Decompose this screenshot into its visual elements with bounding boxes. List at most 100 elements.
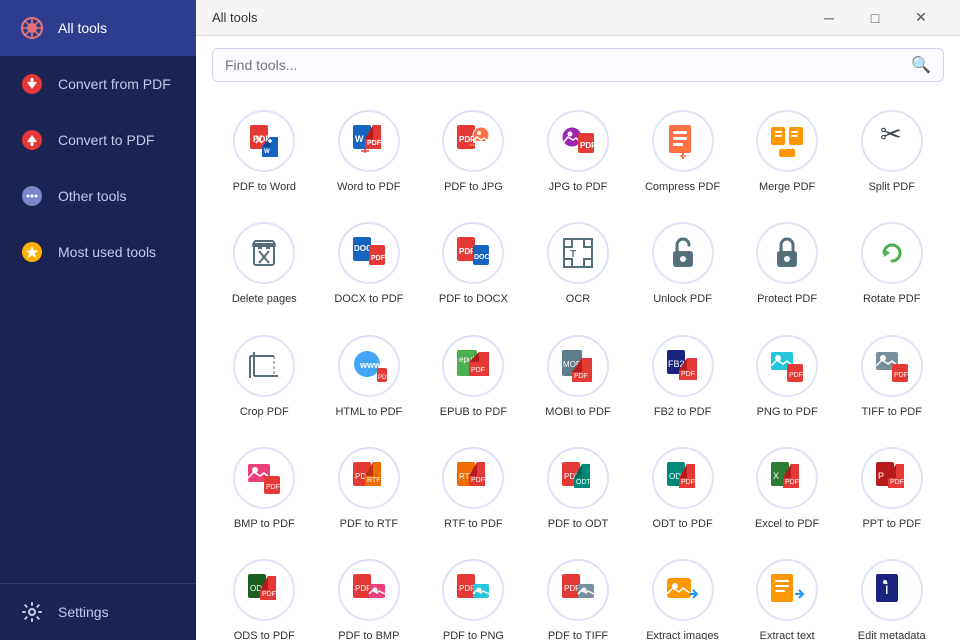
- tool-item-word-to-pdf[interactable]: WPDF Word to PDF: [317, 96, 422, 204]
- tool-label-excel-to-pdf: Excel to PDF: [755, 517, 819, 531]
- tool-item-extract-images[interactable]: Extract images: [630, 545, 735, 640]
- tool-item-excel-to-pdf[interactable]: XPDFExcel to PDF: [735, 433, 840, 541]
- svg-text:PDF: PDF: [459, 584, 475, 593]
- tool-item-docx-to-pdf[interactable]: DOCXPDF DOCX to PDF: [317, 208, 422, 316]
- search-input-wrapper: 🔍: [212, 48, 944, 82]
- svg-text:PDF: PDF: [681, 479, 695, 486]
- tool-item-tiff-to-pdf[interactable]: PDFTIFF to PDF: [839, 321, 944, 429]
- svg-text:PDF: PDF: [371, 255, 386, 262]
- svg-text:PDF: PDF: [355, 584, 371, 593]
- window-controls: ─ □ ✕: [806, 0, 944, 36]
- star-icon: [18, 238, 46, 266]
- tool-icon-crop-pdf: [233, 335, 295, 397]
- tool-label-odt-to-pdf: ODT to PDF: [652, 517, 712, 531]
- tool-item-merge-pdf[interactable]: Merge PDF: [735, 96, 840, 204]
- tool-item-extract-text[interactable]: Extract text: [735, 545, 840, 640]
- tool-item-rtf-to-pdf[interactable]: RTFPDFRTF to PDF: [421, 433, 526, 541]
- svg-text:T: T: [570, 249, 576, 260]
- svg-text:PDF: PDF: [459, 247, 475, 256]
- svg-text:PDF: PDF: [471, 367, 485, 374]
- sidebar-item-settings[interactable]: Settings: [0, 584, 196, 640]
- tool-label-epub-to-pdf: EPUB to PDF: [440, 405, 507, 419]
- tool-item-unlock-pdf[interactable]: Unlock PDF: [630, 208, 735, 316]
- maximize-button[interactable]: □: [852, 0, 898, 36]
- tool-item-pdf-to-bmp[interactable]: PDFPDF to BMP: [317, 545, 422, 640]
- sidebar-item-convert-from-pdf[interactable]: Convert from PDF: [0, 56, 196, 112]
- tool-label-protect-pdf: Protect PDF: [757, 292, 817, 306]
- tool-label-rotate-pdf: Rotate PDF: [863, 292, 920, 306]
- tool-item-pdf-to-word[interactable]: PDFWPDF to Word: [212, 96, 317, 204]
- minimize-button[interactable]: ─: [806, 0, 852, 36]
- tool-label-delete-pages: Delete pages: [232, 292, 297, 306]
- window-title: All tools: [212, 10, 806, 25]
- tool-item-crop-pdf[interactable]: Crop PDF: [212, 321, 317, 429]
- tool-label-ppt-to-pdf: PPT to PDF: [862, 517, 920, 531]
- tool-label-word-to-pdf: Word to PDF: [337, 180, 400, 194]
- tool-icon-pdf-to-bmp: PDF: [338, 559, 400, 621]
- tool-icon-compress-pdf: [652, 110, 714, 172]
- tool-item-odt-to-pdf[interactable]: ODTPDFODT to PDF: [630, 433, 735, 541]
- tool-icon-pdf-to-png: PDF: [442, 559, 504, 621]
- tool-icon-rtf-to-pdf: RTFPDF: [442, 447, 504, 509]
- tool-item-ocr[interactable]: TOCR: [526, 208, 631, 316]
- tool-label-unlock-pdf: Unlock PDF: [653, 292, 712, 306]
- tool-label-docx-to-pdf: DOCX to PDF: [334, 292, 403, 306]
- svg-text:PDF: PDF: [789, 372, 803, 379]
- tool-item-pdf-to-tiff[interactable]: PDF PDF to TIFF: [526, 545, 631, 640]
- tool-item-delete-pages[interactable]: Delete pages: [212, 208, 317, 316]
- tool-item-ods-to-pdf[interactable]: ODSPDFODS to PDF: [212, 545, 317, 640]
- tool-icon-epub-to-pdf: epubPDF: [442, 335, 504, 397]
- tool-item-pdf-to-jpg[interactable]: PDFPDF to JPG: [421, 96, 526, 204]
- svg-text:ODT: ODT: [576, 479, 592, 486]
- tool-icon-pdf-to-rtf: PDFRTF: [338, 447, 400, 509]
- tool-item-rotate-pdf[interactable]: Rotate PDF: [839, 208, 944, 316]
- tool-item-epub-to-pdf[interactable]: epubPDF EPUB to PDF: [421, 321, 526, 429]
- tool-label-compress-pdf: Compress PDF: [645, 180, 720, 194]
- tool-item-bmp-to-pdf[interactable]: PDFBMP to PDF: [212, 433, 317, 541]
- tool-item-protect-pdf[interactable]: Protect PDF: [735, 208, 840, 316]
- tool-icon-docx-to-pdf: DOCXPDF: [338, 222, 400, 284]
- sidebar-item-label: Settings: [58, 604, 109, 620]
- tool-icon-pdf-to-odt: PDFODT: [547, 447, 609, 509]
- tool-item-fb2-to-pdf[interactable]: FB2PDFFB2 to PDF: [630, 321, 735, 429]
- tool-item-pdf-to-odt[interactable]: PDFODTPDF to ODT: [526, 433, 631, 541]
- tool-item-edit-metadata[interactable]: iEdit metadata: [839, 545, 944, 640]
- tool-item-pdf-to-png[interactable]: PDFPDF to PNG: [421, 545, 526, 640]
- search-input[interactable]: [225, 57, 911, 73]
- tool-item-ppt-to-pdf[interactable]: PPDFPPT to PDF: [839, 433, 944, 541]
- tool-label-html-to-pdf: HTML to PDF: [335, 405, 402, 419]
- tool-label-fb2-to-pdf: FB2 to PDF: [654, 405, 711, 419]
- tool-label-crop-pdf: Crop PDF: [240, 405, 289, 419]
- tool-label-pdf-to-docx: PDF to DOCX: [439, 292, 508, 306]
- svg-text:PDF: PDF: [574, 373, 588, 380]
- sidebar-item-convert-to-pdf[interactable]: Convert to PDF: [0, 112, 196, 168]
- tool-item-split-pdf[interactable]: ✂Split PDF: [839, 96, 944, 204]
- tool-item-jpg-to-pdf[interactable]: PDFJPG to PDF: [526, 96, 631, 204]
- close-button[interactable]: ✕: [898, 0, 944, 36]
- arrow-up-icon: [18, 126, 46, 154]
- svg-text:PDF: PDF: [785, 479, 799, 486]
- tool-item-mobi-to-pdf[interactable]: MOBIPDFMOBI to PDF: [526, 321, 631, 429]
- tool-icon-merge-pdf: [756, 110, 818, 172]
- svg-text:PDF: PDF: [564, 584, 580, 593]
- tool-label-pdf-to-jpg: PDF to JPG: [444, 180, 503, 194]
- tool-item-compress-pdf[interactable]: Compress PDF: [630, 96, 735, 204]
- tool-label-extract-images: Extract images: [646, 629, 719, 640]
- tool-label-pdf-to-word: PDF to Word: [233, 180, 296, 194]
- tool-item-png-to-pdf[interactable]: PDFPNG to PDF: [735, 321, 840, 429]
- tool-icon-jpg-to-pdf: PDF: [547, 110, 609, 172]
- sidebar-item-label: Other tools: [58, 188, 126, 204]
- tool-icon-extract-text: [756, 559, 818, 621]
- sidebar-item-other-tools[interactable]: Other tools: [0, 168, 196, 224]
- sidebar-item-all-tools[interactable]: All tools: [0, 0, 196, 56]
- tool-icon-word-to-pdf: WPDF: [338, 110, 400, 172]
- tool-item-pdf-to-rtf[interactable]: PDFRTFPDF to RTF: [317, 433, 422, 541]
- tool-label-merge-pdf: Merge PDF: [759, 180, 815, 194]
- svg-text:PDF: PDF: [894, 372, 908, 379]
- tool-item-html-to-pdf[interactable]: wwwPDFHTML to PDF: [317, 321, 422, 429]
- titlebar: All tools ─ □ ✕: [196, 0, 960, 36]
- tool-label-pdf-to-tiff: PDF to TIFF: [548, 629, 608, 640]
- tool-item-pdf-to-docx[interactable]: PDFDOCXPDF to DOCX: [421, 208, 526, 316]
- tool-icon-unlock-pdf: [652, 222, 714, 284]
- sidebar-item-most-used-tools[interactable]: Most used tools: [0, 224, 196, 280]
